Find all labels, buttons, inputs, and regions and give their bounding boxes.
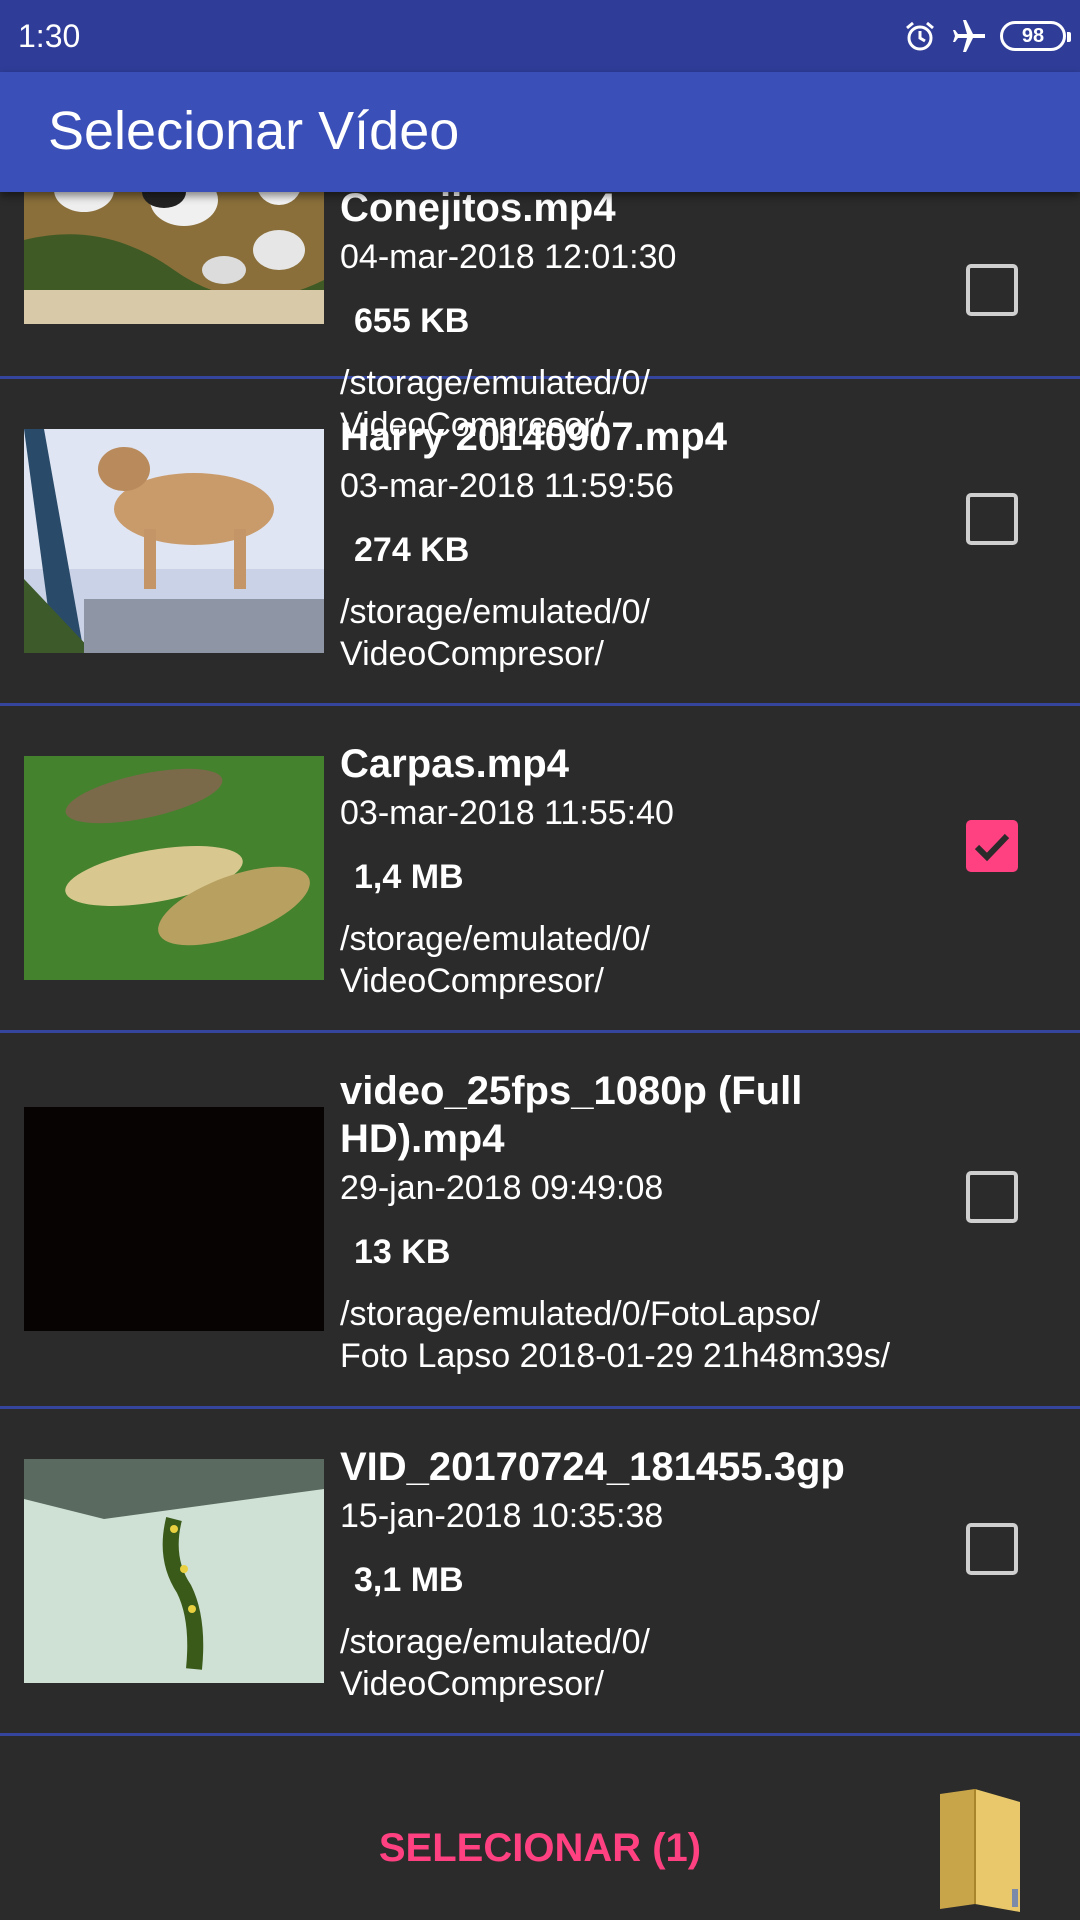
- video-path-line2: VideoCompresor/: [340, 1665, 604, 1703]
- bottom-bar: SELECIONAR (1): [0, 1774, 1080, 1920]
- video-path-line2: VideoCompresor/: [340, 962, 604, 1000]
- video-path: /storage/emulated/0/FotoLapso/ Foto Laps…: [340, 1293, 960, 1377]
- video-size: 655 KB: [354, 302, 470, 340]
- video-name: Carpas.mp4: [340, 742, 569, 786]
- video-list[interactable]: Conejitos.mp4 04-mar-2018 12:01:30 655 K…: [0, 192, 1080, 1774]
- app-bar: Selecionar Vídeo: [0, 72, 1080, 192]
- video-size: 1,4 MB: [354, 858, 464, 896]
- video-list-item[interactable]: Harry 20140907.mp4 03-mar-2018 11:59:56 …: [0, 379, 1080, 706]
- video-checkbox[interactable]: [966, 1171, 1018, 1223]
- video-date: 03-mar-2018 11:55:40: [340, 794, 674, 832]
- video-path-line1: /storage/emulated/0/: [340, 920, 650, 958]
- airplane-mode-icon: [953, 20, 985, 52]
- page-title: Selecionar Vídeo: [48, 101, 460, 161]
- video-date: 29-jan-2018 09:49:08: [340, 1169, 664, 1207]
- checkmark-icon: [974, 833, 1010, 862]
- video-list-item[interactable]: VID_20170724_181455.3gp 15-jan-2018 10:3…: [0, 1409, 1080, 1736]
- battery-level: 98: [1021, 24, 1045, 47]
- status-bar: 1:30 98: [0, 0, 1080, 72]
- video-list-item[interactable]: Carpas.mp4 03-mar-2018 11:55:40 1,4 MB /…: [0, 706, 1080, 1033]
- video-path: /storage/emulated/0/ VideoCompresor/: [340, 918, 960, 1002]
- video-info: video_25fps_1080p (Full HD).mp4 29-jan-2…: [340, 1067, 960, 1377]
- video-size: 13 KB: [354, 1233, 451, 1271]
- video-checkbox[interactable]: [966, 493, 1018, 545]
- select-button[interactable]: SELECIONAR (1): [340, 1826, 740, 1871]
- video-thumbnail: [24, 1459, 324, 1683]
- video-name: VID_20170724_181455.3gp: [340, 1445, 845, 1489]
- video-checkbox[interactable]: [966, 264, 1018, 316]
- video-checkbox[interactable]: [966, 1523, 1018, 1575]
- video-path-line1: /storage/emulated/0/: [340, 593, 650, 631]
- alarm-icon: [906, 21, 934, 51]
- video-path: /storage/emulated/0/ VideoCompresor/: [340, 1621, 960, 1705]
- video-date: 04-mar-2018 12:01:30: [340, 238, 677, 276]
- video-path-line1: /storage/emulated/0/: [340, 1623, 650, 1661]
- video-name: video_25fps_1080p (Full HD).mp4: [340, 1069, 803, 1161]
- video-path: /storage/emulated/0/ VideoCompresor/: [340, 591, 960, 675]
- video-path-line2: VideoCompresor/: [340, 635, 604, 673]
- video-checkbox[interactable]: [966, 820, 1018, 872]
- video-thumbnail: [24, 1107, 324, 1331]
- video-size: 3,1 MB: [354, 1561, 464, 1599]
- folder-icon[interactable]: [930, 1784, 1030, 1914]
- video-thumbnail: [24, 756, 324, 980]
- battery-icon: 98: [1000, 21, 1071, 51]
- status-icons: 98: [902, 14, 1071, 58]
- video-info: Carpas.mp4 03-mar-2018 11:55:40 1,4 MB /…: [340, 740, 960, 1002]
- video-path-line1: /storage/emulated/0/FotoLapso/: [340, 1295, 821, 1333]
- video-list-item[interactable]: video_25fps_1080p (Full HD).mp4 29-jan-2…: [0, 1033, 1080, 1409]
- video-size: 274 KB: [354, 531, 470, 569]
- status-time: 1:30: [18, 18, 81, 54]
- video-name: Conejitos.mp4: [340, 192, 616, 230]
- video-name: Harry 20140907.mp4: [340, 415, 727, 459]
- video-info: Harry 20140907.mp4 03-mar-2018 11:59:56 …: [340, 413, 960, 675]
- video-info: VID_20170724_181455.3gp 15-jan-2018 10:3…: [340, 1443, 960, 1705]
- video-date: 03-mar-2018 11:59:56: [340, 467, 674, 505]
- video-thumbnail: [24, 429, 324, 653]
- video-date: 15-jan-2018 10:35:38: [340, 1497, 664, 1535]
- video-path-line2: Foto Lapso 2018-01-29 21h48m39s/: [340, 1337, 891, 1375]
- video-thumbnail: [24, 192, 324, 324]
- video-list-item[interactable]: Conejitos.mp4 04-mar-2018 12:01:30 655 K…: [0, 192, 1080, 444]
